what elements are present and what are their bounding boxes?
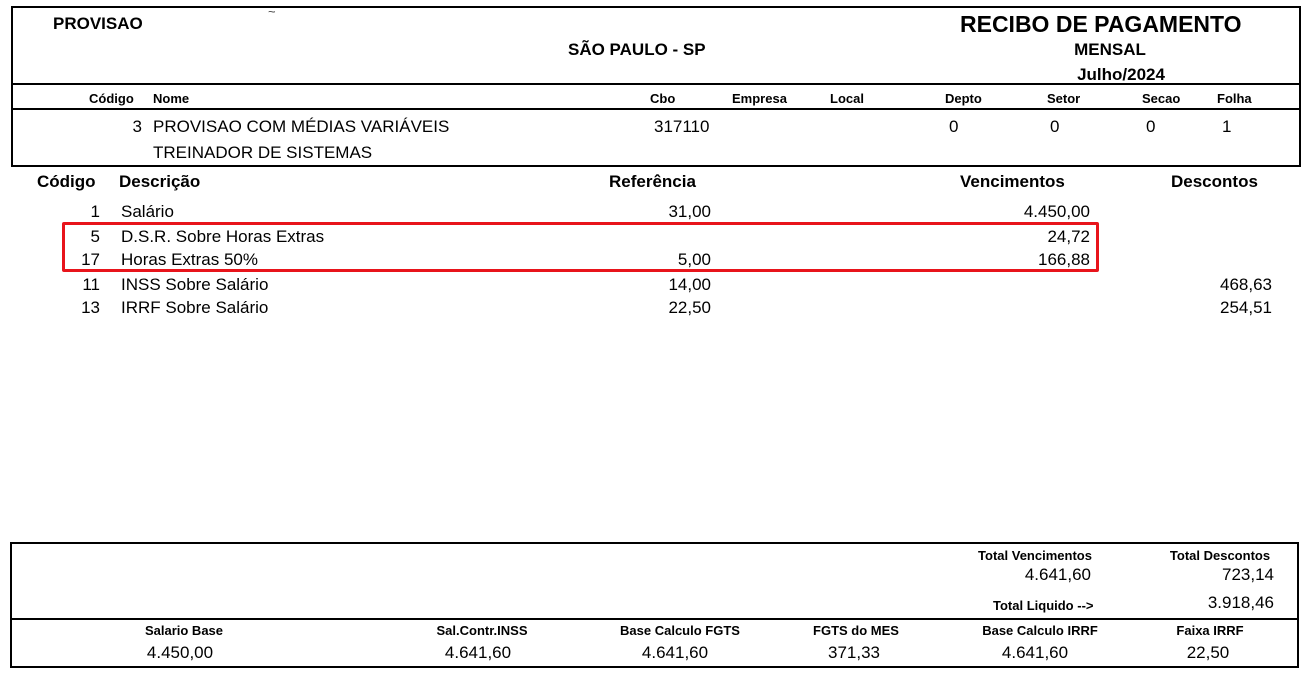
item-descontos: 468,63 (1220, 275, 1272, 294)
employee-header-divider (11, 108, 1301, 110)
item-codigo: 13 (81, 298, 100, 317)
totals-divider (10, 618, 1299, 620)
header-mark: ~ (268, 4, 276, 19)
col-secao-label: Secao (1142, 91, 1181, 106)
col-codigo-label: Código (89, 91, 134, 106)
item-descricao: Salário (121, 202, 174, 221)
items-vencimentos-header: Vencimentos (960, 172, 1065, 191)
city: SÃO PAULO - SP (568, 40, 706, 59)
total-descontos-label: Total Descontos (1169, 548, 1271, 563)
item-descricao: INSS Sobre Salário (121, 275, 269, 294)
employee-cbo: 317110 (654, 117, 710, 136)
receipt-title: RECIBO DE PAGAMENTO (960, 11, 1242, 37)
item-codigo: 11 (82, 275, 100, 294)
item-vencimentos: 4.450,00 (1023, 202, 1090, 221)
base-irrf-label: Base Calculo IRRF (982, 623, 1098, 638)
salario-base-label: Salario Base (144, 623, 224, 638)
employee-folha: 1 (1222, 117, 1232, 136)
item-referencia: 31,00 (668, 202, 711, 221)
employee-codigo: 3 (132, 117, 142, 136)
employee-setor: 0 (1050, 117, 1060, 136)
item-descontos: 254,51 (1220, 298, 1272, 317)
total-vencimentos-label: Total Vencimentos (978, 548, 1092, 563)
sal-contr-inss-value: 4.641,60 (444, 643, 512, 662)
employee-depto: 0 (949, 117, 959, 136)
base-fgts-value: 4.641,60 (641, 643, 709, 662)
items-referencia-header: Referência (609, 172, 696, 191)
company-name: PROVISAO (53, 14, 143, 33)
faixa-irrf-value: 22,50 (1186, 643, 1230, 662)
col-local-label: Local (830, 91, 864, 106)
col-setor-label: Setor (1047, 91, 1081, 106)
period: Julho/2024 (1077, 65, 1165, 84)
employee-secao: 0 (1146, 117, 1156, 136)
item-referencia: 14,00 (668, 275, 711, 294)
base-fgts-label: Base Calculo FGTS (620, 623, 740, 638)
col-folha-label: Folha (1217, 91, 1252, 106)
col-depto-label: Depto (945, 91, 982, 106)
items-codigo-header: Código (37, 172, 96, 191)
highlight-box (62, 222, 1099, 272)
fgts-mes-label: FGTS do MES (813, 623, 899, 638)
col-nome-label: Nome (153, 91, 190, 106)
total-descontos-value: 723,14 (1222, 565, 1274, 584)
col-empresa-label: Empresa (732, 91, 787, 106)
col-cbo-label: Cbo (650, 91, 676, 106)
fgts-mes-value: 371,33 (828, 643, 880, 662)
items-descontos-header: Descontos (1171, 172, 1258, 191)
salario-base-value: 4.450,00 (146, 643, 214, 662)
base-irrf-value: 4.641,60 (1001, 643, 1069, 662)
employee-cargo: TREINADOR DE SISTEMAS (153, 143, 373, 162)
item-codigo: 1 (90, 202, 100, 221)
items-descricao-header: Descrição (119, 172, 201, 191)
total-liquido-label: Total Liquido --> (993, 598, 1094, 613)
sal-contr-inss-label: Sal.Contr.INSS (436, 623, 528, 638)
total-liquido-value: 3.918,46 (1207, 593, 1274, 612)
total-vencimentos-value: 4.641,60 (1024, 565, 1091, 584)
faixa-irrf-label: Faixa IRRF (1176, 623, 1244, 638)
employee-nome: PROVISAO COM MÉDIAS VARIÁVEIS (153, 117, 450, 136)
item-descricao: IRRF Sobre Salário (121, 298, 269, 317)
period-type: MENSAL (1074, 40, 1146, 59)
item-referencia: 22,50 (668, 298, 711, 317)
